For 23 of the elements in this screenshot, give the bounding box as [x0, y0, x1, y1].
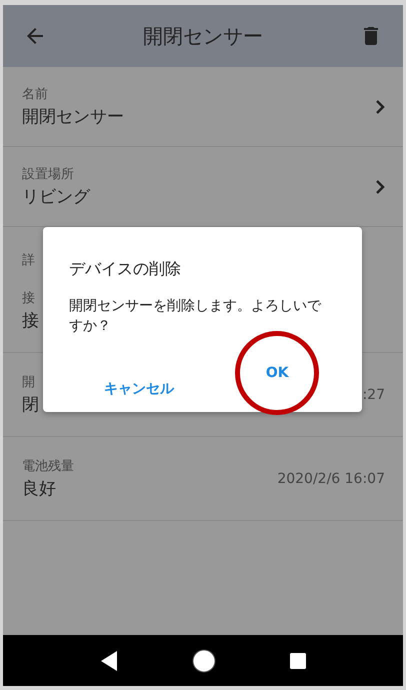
field-label: 設置場所	[22, 166, 75, 183]
timestamp: 2020/2/6 16:07	[277, 470, 385, 486]
section-title: 詳	[22, 253, 35, 268]
back-icon[interactable]	[99, 650, 119, 672]
field-label: 開	[22, 374, 36, 391]
field-value: 閉	[22, 394, 39, 416]
recents-icon[interactable]	[289, 652, 307, 670]
field-label: 名前	[22, 86, 49, 103]
field-label: 接	[22, 290, 36, 307]
chevron-icon	[375, 100, 385, 114]
setting-row[interactable]: 名前 開閉センサー	[3, 67, 403, 147]
screen-title: 開閉センサー	[143, 22, 263, 50]
dialog-button[interactable]: OK	[235, 331, 320, 415]
chevron-icon	[375, 180, 385, 194]
field-value: 接	[22, 310, 39, 332]
timestamp: :27	[362, 386, 385, 402]
field-label: 電池残量	[22, 458, 74, 475]
dialog-title: デバイスの削除	[69, 259, 182, 280]
field-value: 開閉センサー	[22, 106, 124, 128]
field-value: 良好	[22, 478, 57, 500]
field-value: リビング	[22, 186, 90, 208]
home-icon[interactable]	[191, 648, 217, 674]
dialog-button[interactable]: キャンセル	[96, 362, 182, 415]
